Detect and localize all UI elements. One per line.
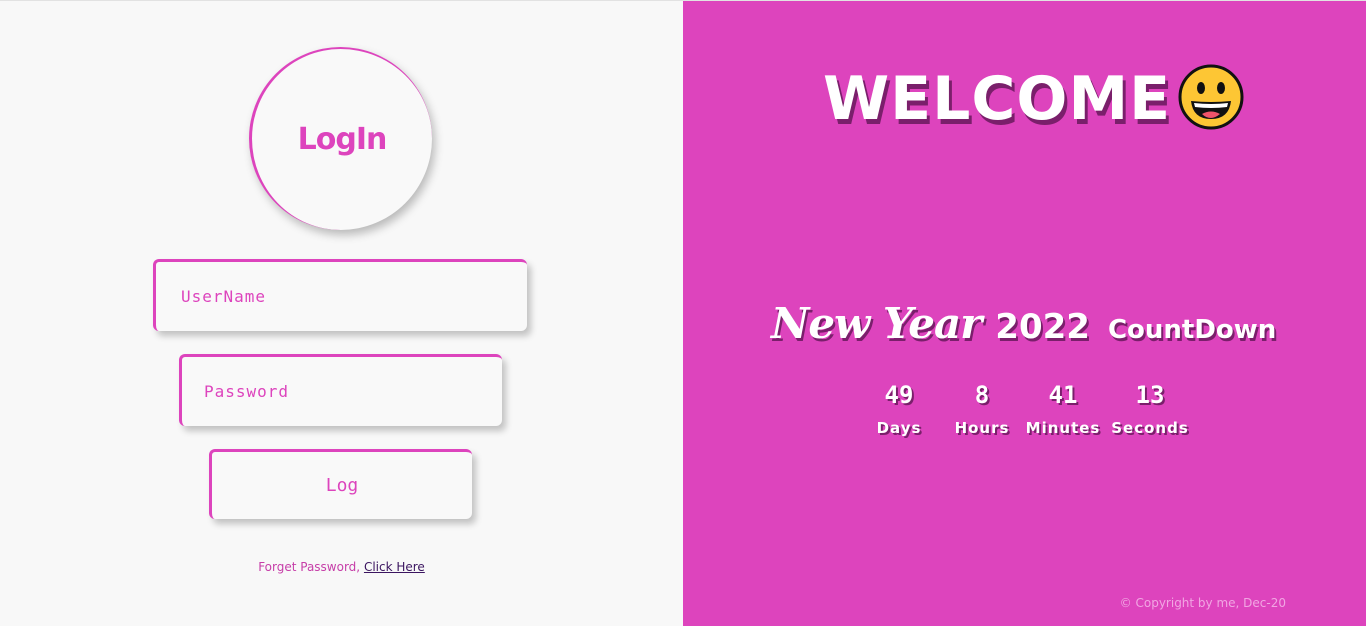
countdown-title: New Year	[771, 299, 982, 348]
login-panel: LogIn Log Forget Password, Click Here	[0, 1, 683, 626]
username-input[interactable]	[156, 287, 527, 306]
minutes-label: Minutes	[1025, 419, 1101, 437]
password-input[interactable]	[182, 382, 502, 401]
welcome-panel: WELCOME New Year 2022 CountDown 49 Days …	[683, 1, 1366, 626]
welcome-header: WELCOME	[823, 59, 1245, 139]
welcome-title: WELCOME	[823, 64, 1172, 134]
countdown-subtitle: CountDown	[1107, 315, 1277, 345]
seconds-value: 13	[1135, 381, 1165, 409]
copyright-text: © Copyright by me, Dec-20	[1119, 596, 1286, 610]
forget-password-label: Forget Password,	[258, 560, 364, 574]
username-field[interactable]	[153, 259, 527, 331]
minutes-value: 41	[1048, 381, 1078, 409]
click-here-link[interactable]: Click Here	[364, 560, 425, 574]
login-title: LogIn	[297, 122, 388, 157]
countdown-days: 49 Days	[854, 381, 944, 437]
password-field[interactable]	[179, 354, 502, 426]
seconds-label: Seconds	[1111, 419, 1189, 437]
days-value: 49	[884, 381, 914, 409]
countdown-seconds: 13 Seconds	[1105, 381, 1195, 437]
forget-password-text: Forget Password, Click Here	[0, 560, 683, 574]
countdown-hours: 8 Hours	[937, 381, 1027, 437]
countdown-header: New Year 2022 CountDown	[771, 299, 1276, 348]
log-button[interactable]: Log	[209, 449, 472, 519]
days-label: Days	[876, 419, 922, 437]
grinning-face-icon	[1178, 64, 1244, 130]
hours-value: 8	[974, 381, 990, 409]
countdown-minutes: 41 Minutes	[1018, 381, 1108, 437]
hours-label: Hours	[954, 419, 1010, 437]
login-badge: LogIn	[249, 47, 432, 230]
countdown-year: 2022	[995, 307, 1090, 347]
